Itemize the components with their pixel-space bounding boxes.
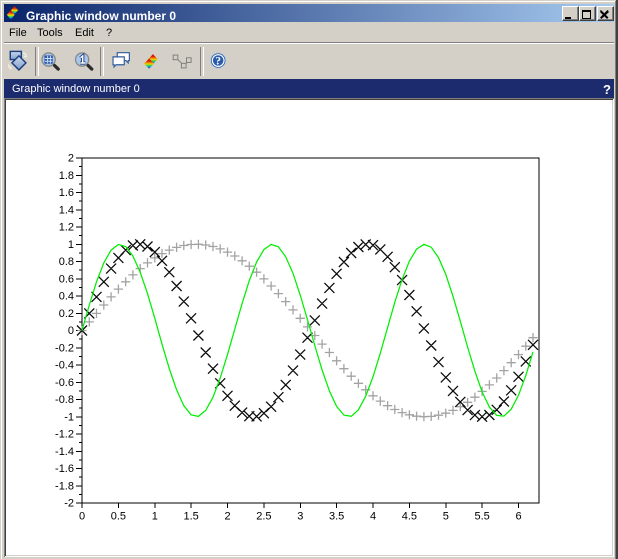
- svg-text:0.8: 0.8: [59, 256, 74, 268]
- svg-text:1: 1: [152, 511, 158, 523]
- svg-text:0: 0: [79, 511, 85, 523]
- svg-text:-0.8: -0.8: [55, 394, 74, 406]
- svg-text:-0.4: -0.4: [55, 360, 74, 372]
- svg-text:-1: -1: [64, 411, 74, 423]
- svg-text:1.4: 1.4: [59, 204, 74, 216]
- svg-text:1: 1: [68, 239, 74, 251]
- svg-text:6: 6: [515, 511, 521, 523]
- svg-text:-0.2: -0.2: [55, 342, 74, 354]
- svg-text:0.5: 0.5: [111, 511, 126, 523]
- svg-text:5: 5: [443, 511, 449, 523]
- svg-text:-1.6: -1.6: [55, 463, 74, 475]
- svg-text:0.6: 0.6: [59, 273, 74, 285]
- svg-text:1.2: 1.2: [59, 222, 74, 234]
- svg-text:1.8: 1.8: [59, 170, 74, 182]
- svg-text:2.5: 2.5: [256, 511, 271, 523]
- svg-text:4: 4: [370, 511, 376, 523]
- svg-text:0.4: 0.4: [59, 291, 74, 303]
- svg-text:1.6: 1.6: [59, 187, 74, 199]
- svg-text:2: 2: [224, 511, 230, 523]
- svg-text:5.5: 5.5: [474, 511, 489, 523]
- svg-text:2: 2: [68, 153, 74, 165]
- svg-text:4.5: 4.5: [402, 511, 417, 523]
- svg-text:1.5: 1.5: [183, 511, 198, 523]
- svg-text:-1.8: -1.8: [55, 480, 74, 492]
- svg-text:0.2: 0.2: [59, 308, 74, 320]
- svg-text:3: 3: [297, 511, 303, 523]
- svg-text:-1.2: -1.2: [55, 429, 74, 441]
- svg-text:0: 0: [68, 325, 74, 337]
- svg-text:-2: -2: [64, 498, 74, 510]
- svg-text:3.5: 3.5: [329, 511, 344, 523]
- svg-text:-0.6: -0.6: [55, 377, 74, 389]
- svg-text:-1.4: -1.4: [55, 446, 74, 458]
